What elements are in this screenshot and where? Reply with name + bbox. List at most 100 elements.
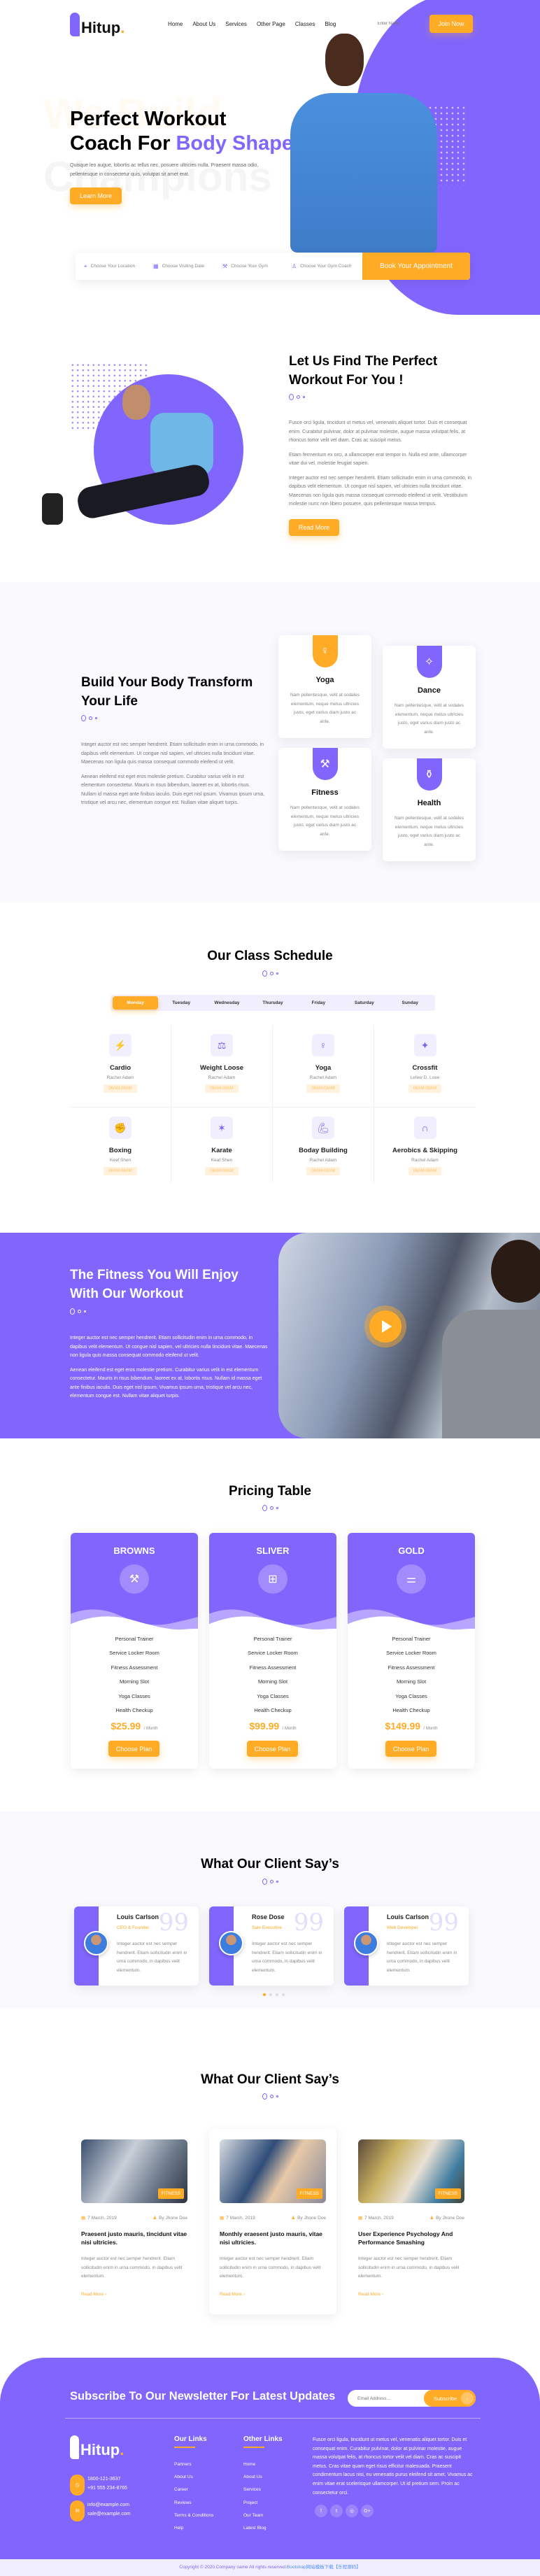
footer-link[interactable]: About Us xyxy=(243,2475,306,2487)
footer-link[interactable]: Career xyxy=(174,2487,237,2500)
tab-tuesday[interactable]: Tuesday xyxy=(158,996,204,1010)
footer-link[interactable]: Reviews xyxy=(174,2500,237,2513)
choose-plan-button[interactable]: Choose Plan xyxy=(385,1741,436,1757)
instagram-icon[interactable]: ◎ xyxy=(346,2505,358,2517)
booking-field[interactable]: ♙ Choose Your Gym Coach xyxy=(292,263,362,270)
user-icon: ♟ xyxy=(291,2216,296,2221)
email-1[interactable]: info@example.com xyxy=(87,2500,131,2510)
service-card-dance[interactable]: ✧ Dance Nam pellentesque, velit at sodales… xyxy=(383,646,476,749)
footer-link[interactable]: Our Team xyxy=(243,2513,306,2526)
post-title[interactable]: User Experience Psychology And Performan… xyxy=(358,2230,464,2246)
weight-rack-icon: ⊞ xyxy=(268,1573,278,1585)
read-more-button[interactable]: Read More xyxy=(289,519,339,536)
class-icon-box: ✶ xyxy=(211,1117,233,1139)
category-tag[interactable]: FITNESS xyxy=(296,2188,322,2199)
play-video-button[interactable] xyxy=(364,1305,406,1347)
post-title[interactable]: Monthly eraesent justo mauris, vitae nis… xyxy=(220,2230,326,2246)
choose-plan-button[interactable]: Choose Plan xyxy=(108,1741,159,1757)
footer-link[interactable]: Help xyxy=(174,2526,237,2538)
tab-wednesday[interactable]: Wednesday xyxy=(204,996,250,1010)
tab-monday[interactable]: Monday xyxy=(113,996,159,1010)
booking-bar: ⌖ Choose Your Location ▦ Choose Visiting Da… xyxy=(76,253,470,280)
nav-about-us[interactable]: About Us xyxy=(192,21,215,27)
feature-item: Yoga Classes xyxy=(118,1692,150,1699)
brand-name: Hitup xyxy=(80,2441,120,2458)
email-input[interactable] xyxy=(357,2395,424,2401)
class-time-badge: 06AM-08AM xyxy=(306,1084,340,1093)
search-input[interactable] xyxy=(377,21,420,26)
learn-more-button[interactable]: Learn More xyxy=(70,187,122,204)
class-time-badge: 06AM-08AM xyxy=(205,1084,239,1093)
class-card[interactable]: ✦ Crossfit Lefew D. Loee 06AM-08AM xyxy=(374,1025,476,1107)
tab-friday[interactable]: Friday xyxy=(296,996,341,1010)
class-card[interactable]: ⚡ Cardio Rachel Adam 06AM-08AM xyxy=(70,1025,171,1107)
post-title[interactable]: Praesent justo mauris, tincidunt vitae n… xyxy=(81,2230,187,2246)
blog-photo: FITNESS xyxy=(220,2139,326,2203)
twitter-icon[interactable]: t xyxy=(330,2505,343,2517)
nav-other-page[interactable]: Other Page xyxy=(257,21,285,27)
booking-field[interactable]: ⚒ Choose Your Gym xyxy=(222,262,292,270)
service-card-fitness[interactable]: ⚒ Fitness Nam pellentesque, velit at sodal… xyxy=(278,748,371,851)
read-more-link[interactable]: Read More › xyxy=(358,2292,383,2297)
booking-field[interactable]: ▦ Choose Visiting Date xyxy=(153,262,222,270)
pagination-dot[interactable] xyxy=(263,1993,266,1996)
search-box[interactable]: ⚲ xyxy=(369,20,420,27)
class-name: Aerobics & Skipping xyxy=(392,1147,457,1154)
tab-thursday[interactable]: Thursday xyxy=(250,996,295,1010)
barbell-icon: ⚌ xyxy=(406,1573,417,1585)
footer-logo[interactable]: Hitup. xyxy=(70,2435,124,2459)
google-plus-icon[interactable]: G+ xyxy=(361,2505,374,2517)
pagination-dot[interactable] xyxy=(282,1993,285,1996)
pagination-dot[interactable] xyxy=(269,1993,272,1996)
choose-plan-button[interactable]: Choose Plan xyxy=(247,1741,298,1757)
plan-icon-circle: ⚒ xyxy=(120,1564,149,1594)
footer-about: Fusce orci ligula, tincidunt ut metus ve… xyxy=(313,2437,473,2496)
footer-link[interactable]: Terms & Conditions xyxy=(174,2513,237,2526)
facebook-icon[interactable]: f xyxy=(315,2505,327,2517)
footer-link[interactable]: Project xyxy=(243,2500,306,2513)
class-card[interactable]: ✶ Karate Keaf Shen 06AM-08AM xyxy=(171,1107,273,1182)
email-2[interactable]: sale@example.com xyxy=(87,2510,131,2519)
category-tag[interactable]: FITNESS xyxy=(434,2188,461,2199)
phone-2[interactable]: +91 555 234-8765 xyxy=(87,2484,127,2493)
read-more-link[interactable]: Read More › xyxy=(81,2292,106,2297)
phone-1[interactable]: 1800-121-3637 xyxy=(87,2475,127,2484)
footer-link[interactable]: Latest Blog xyxy=(243,2526,306,2538)
tab-sunday[interactable]: Sunday xyxy=(388,996,433,1010)
service-card-yoga[interactable]: ♀ Yoga Nam pellentesque, velit at sodales … xyxy=(278,635,371,738)
class-card[interactable]: ∩ Aerobics & Skipping Rachel Adam 06AM-08AM xyxy=(374,1107,476,1182)
class-name: Weight Loose xyxy=(199,1064,244,1072)
search-icon: ⚲ xyxy=(369,20,374,27)
class-icon-box: 💪︎ xyxy=(312,1117,334,1139)
price-period: / Month xyxy=(423,1727,438,1731)
footer-link[interactable]: Home xyxy=(243,2462,306,2475)
nav-blog[interactable]: Blog xyxy=(325,21,336,27)
book-appointment-button[interactable]: Book Your Appointment xyxy=(362,253,470,280)
footer-link[interactable]: Services xyxy=(243,2487,306,2500)
copyright-link[interactable]: Bootstrap网站模板下载【乐程源码】 xyxy=(287,2565,361,2570)
class-card[interactable]: 💪︎ Boday Building Rachel Adam 06AM-08AM xyxy=(273,1107,374,1182)
pagination-dot[interactable] xyxy=(276,1993,278,1996)
logo[interactable]: Hitup. xyxy=(70,13,125,36)
tab-saturday[interactable]: Saturday xyxy=(341,996,387,1010)
plan-price: $25.99 / Month xyxy=(71,1720,198,1733)
read-more-link[interactable]: Read More › xyxy=(220,2292,245,2297)
subscribe-button[interactable]: Subscribe › xyxy=(424,2390,476,2407)
service-card-health[interactable]: ⚱ Health Nam pellentesque, velit at sodale… xyxy=(383,758,476,861)
footer-link[interactable]: Partners xyxy=(174,2462,237,2475)
nav-home[interactable]: Home xyxy=(168,21,183,27)
category-tag[interactable]: FITNESS xyxy=(157,2188,184,2199)
skipping-rope-icon: ∩ xyxy=(421,1122,429,1133)
class-card[interactable]: ✊ Boxing Keaf Shen 06AM-08AM xyxy=(70,1107,171,1182)
calendar-icon: ▦ xyxy=(358,2216,363,2221)
join-now-button[interactable]: Join Now xyxy=(429,15,473,33)
booking-field[interactable]: ⌖ Choose Your Location xyxy=(84,262,153,270)
service-name: Fitness xyxy=(311,788,339,797)
clock-icon: ◷ xyxy=(70,2475,85,2496)
testimonials-title: What Our Client Say’s xyxy=(201,1857,339,1871)
footer-link[interactable]: About Us xyxy=(174,2475,237,2487)
class-card[interactable]: ♀ Yoga Rachel Adam 06AM-08AM xyxy=(273,1025,374,1107)
nav-classes[interactable]: Classes xyxy=(295,21,315,27)
nav-services[interactable]: Services xyxy=(225,21,247,27)
class-card[interactable]: ⚖ Weight Loose Rachel Adam 06AM-08AM xyxy=(171,1025,273,1107)
